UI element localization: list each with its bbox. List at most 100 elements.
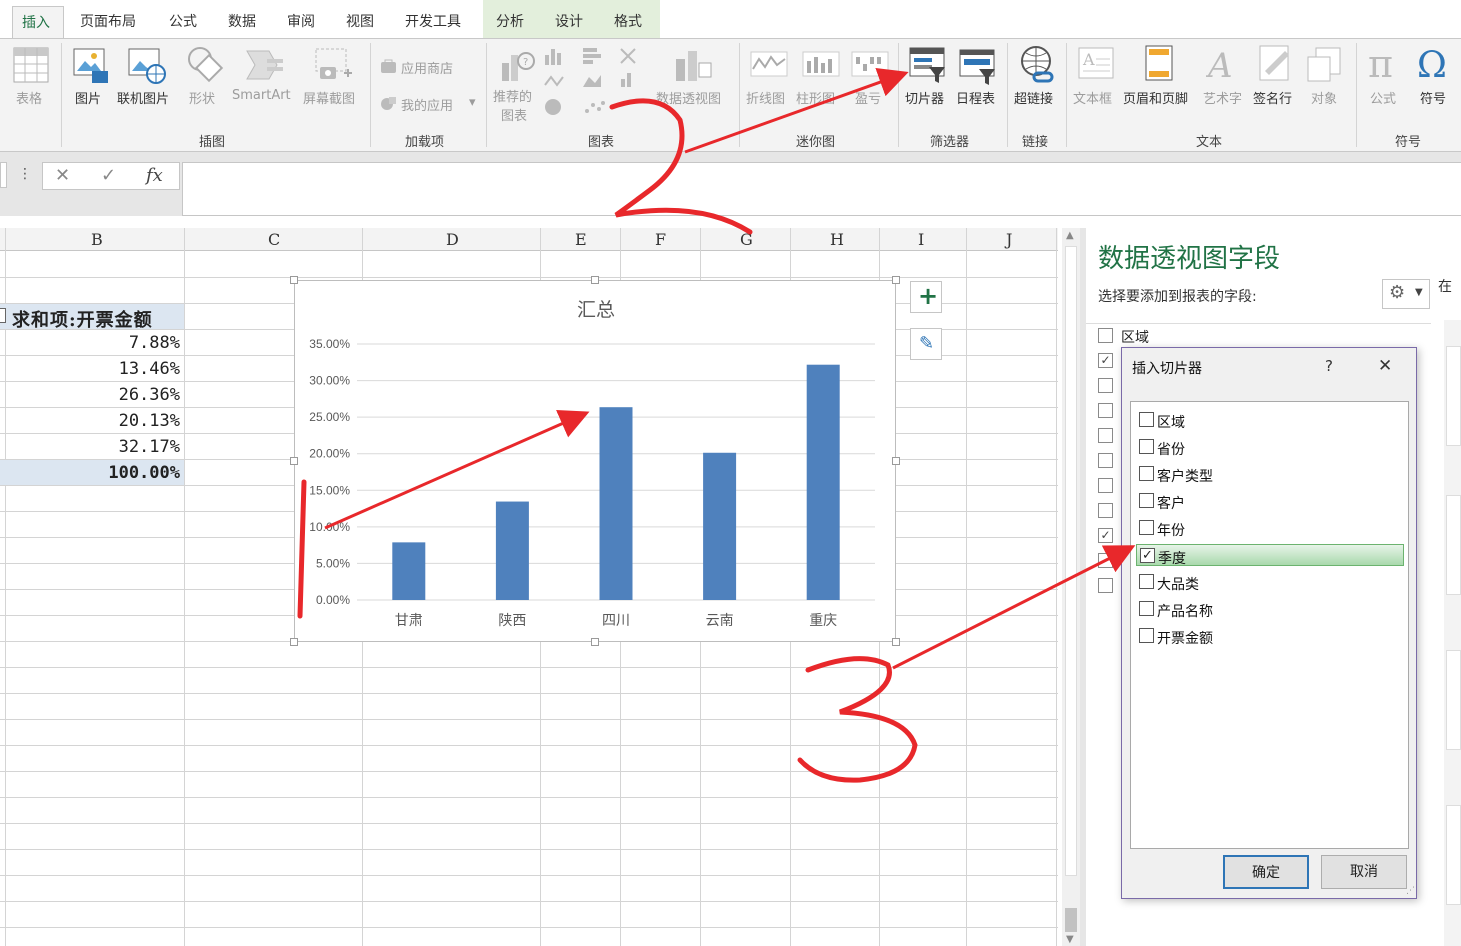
- resize-handle[interactable]: [892, 457, 900, 465]
- field-checkbox-checked[interactable]: ✓: [1098, 528, 1113, 543]
- sparkline-winloss-button[interactable]: 盈亏: [855, 88, 881, 107]
- tab-insert[interactable]: 插入: [12, 6, 64, 39]
- field-checkbox[interactable]: [1098, 578, 1113, 593]
- tab-developer[interactable]: 开发工具: [405, 11, 461, 31]
- tab-formulas[interactable]: 公式: [169, 11, 197, 31]
- wordart-button[interactable]: 艺术字: [1203, 88, 1242, 107]
- resize-handle[interactable]: [290, 638, 298, 646]
- vertical-scrollbar[interactable]: ▲ ▼: [1062, 228, 1080, 946]
- checkbox[interactable]: [1139, 466, 1154, 481]
- column-header-d[interactable]: D: [446, 230, 459, 249]
- checkbox-checked[interactable]: ✓: [1140, 548, 1155, 563]
- slicer-button[interactable]: 切片器: [905, 88, 944, 107]
- table-button[interactable]: 表格: [16, 88, 42, 107]
- slicer-field-item[interactable]: 客户类型: [1136, 463, 1404, 485]
- tab-data[interactable]: 数据: [228, 11, 256, 31]
- field-checkbox[interactable]: [1098, 453, 1113, 468]
- slicer-field-item[interactable]: 年份: [1136, 517, 1404, 539]
- tab-analyze[interactable]: 分析: [496, 11, 524, 31]
- pivot-header-cell[interactable]: 求和项:开票金额: [0, 304, 184, 331]
- scroll-up-icon[interactable]: ▲: [1066, 230, 1074, 241]
- formula-bar-options[interactable]: ⋮: [18, 166, 32, 182]
- checkbox[interactable]: [1139, 574, 1154, 589]
- pane-settings-button[interactable]: ⚙ ▼: [1382, 279, 1430, 309]
- pivot-chart-button[interactable]: 数据透视图: [656, 88, 721, 107]
- my-apps-dropdown-icon[interactable]: ▾: [469, 95, 476, 110]
- column-header-h[interactable]: H: [830, 230, 844, 249]
- column-header-f[interactable]: F: [655, 230, 666, 249]
- formula-input[interactable]: [182, 162, 1461, 216]
- sparkline-line-button[interactable]: 折线图: [746, 88, 785, 107]
- header-footer-button[interactable]: 页眉和页脚: [1123, 88, 1188, 107]
- tab-format[interactable]: 格式: [614, 11, 642, 31]
- scroll-thumb[interactable]: [1065, 908, 1077, 932]
- hyperlink-button[interactable]: 超链接: [1014, 88, 1053, 107]
- checkbox[interactable]: [1139, 601, 1154, 616]
- tab-page-layout[interactable]: 页面布局: [80, 11, 136, 31]
- legend-area[interactable]: [1446, 495, 1461, 595]
- pivot-total-cell[interactable]: 100.00%: [0, 463, 184, 483]
- column-header-c[interactable]: C: [268, 230, 280, 249]
- field-checkbox[interactable]: [1098, 328, 1113, 343]
- store-button[interactable]: 应用商店: [401, 58, 453, 77]
- column-header-j[interactable]: J: [1006, 230, 1012, 249]
- checkbox[interactable]: [1139, 493, 1154, 508]
- resize-handle[interactable]: [892, 638, 900, 646]
- textbox-button[interactable]: 文本框: [1073, 88, 1112, 107]
- chart-elements-button[interactable]: +: [910, 281, 942, 313]
- ok-button[interactable]: 确定: [1223, 855, 1309, 889]
- column-header-i[interactable]: I: [918, 230, 924, 249]
- slicer-field-item[interactable]: ✓ 季度: [1136, 544, 1404, 567]
- resize-handle[interactable]: [591, 276, 599, 284]
- signature-line-button[interactable]: 签名行: [1253, 88, 1292, 107]
- my-apps-button[interactable]: 我的应用: [401, 95, 453, 114]
- cancel-icon[interactable]: ✕: [55, 165, 70, 186]
- equation-button[interactable]: 公式: [1370, 88, 1396, 107]
- field-checkbox[interactable]: [1098, 478, 1113, 493]
- checkbox[interactable]: [1139, 520, 1154, 535]
- resize-grip-icon[interactable]: ⋰: [1406, 886, 1415, 896]
- values-area[interactable]: [1446, 805, 1461, 905]
- field-checkbox[interactable]: [1098, 428, 1113, 443]
- column-header-b[interactable]: B: [91, 230, 103, 249]
- resize-handle[interactable]: [290, 457, 298, 465]
- slicer-field-item[interactable]: 省份: [1136, 436, 1404, 458]
- chart-styles-button[interactable]: ✎: [910, 328, 942, 360]
- object-button[interactable]: 对象: [1311, 88, 1337, 107]
- tab-review[interactable]: 审阅: [287, 11, 315, 31]
- slicer-field-item[interactable]: 客户: [1136, 490, 1404, 512]
- pivot-chart[interactable]: 汇总 0.00% 5.00% 10.00% 15.00% 20.00% 25.00% 30.0…: [294, 280, 896, 642]
- tab-design[interactable]: 设计: [555, 11, 583, 31]
- slicer-field-item[interactable]: 产品名称: [1136, 598, 1404, 620]
- scroll-track[interactable]: [1065, 246, 1077, 876]
- field-checkbox[interactable]: [1098, 553, 1113, 568]
- symbol-button[interactable]: 符号: [1420, 88, 1446, 107]
- online-picture-button[interactable]: 联机图片: [117, 88, 169, 107]
- close-icon[interactable]: ✕: [1378, 356, 1392, 376]
- shapes-button[interactable]: 形状: [189, 88, 215, 107]
- column-header-e[interactable]: E: [575, 230, 587, 249]
- field-checkbox[interactable]: [1098, 403, 1113, 418]
- sparkline-column-button[interactable]: 柱形图: [796, 88, 835, 107]
- pivot-value-cell[interactable]: 26.36%: [0, 385, 184, 405]
- field-checkbox-checked[interactable]: ✓: [1098, 353, 1113, 368]
- pivot-value-cell[interactable]: 13.46%: [0, 359, 184, 379]
- screenshot-button[interactable]: 屏幕截图: [303, 88, 355, 107]
- enter-icon[interactable]: ✓: [101, 165, 116, 186]
- field-checkbox[interactable]: [1098, 378, 1113, 393]
- name-box[interactable]: [0, 162, 7, 188]
- resize-handle[interactable]: [290, 276, 298, 284]
- slicer-field-item[interactable]: 开票金额: [1136, 625, 1404, 647]
- resize-handle[interactable]: [591, 638, 599, 646]
- field-checkbox[interactable]: [1098, 503, 1113, 518]
- filters-area[interactable]: [1446, 346, 1461, 446]
- checkbox[interactable]: [1139, 412, 1154, 427]
- column-header-g[interactable]: G: [740, 230, 753, 249]
- chart-gallery-icons[interactable]: [543, 45, 655, 127]
- smartart-button[interactable]: SmartArt: [232, 88, 291, 103]
- recommended-charts-button[interactable]: 推荐的: [493, 86, 532, 105]
- slicer-field-item[interactable]: 区域: [1136, 409, 1404, 431]
- help-icon[interactable]: ?: [1325, 357, 1333, 375]
- pivot-value-cell[interactable]: 20.13%: [0, 411, 184, 431]
- resize-handle[interactable]: [892, 276, 900, 284]
